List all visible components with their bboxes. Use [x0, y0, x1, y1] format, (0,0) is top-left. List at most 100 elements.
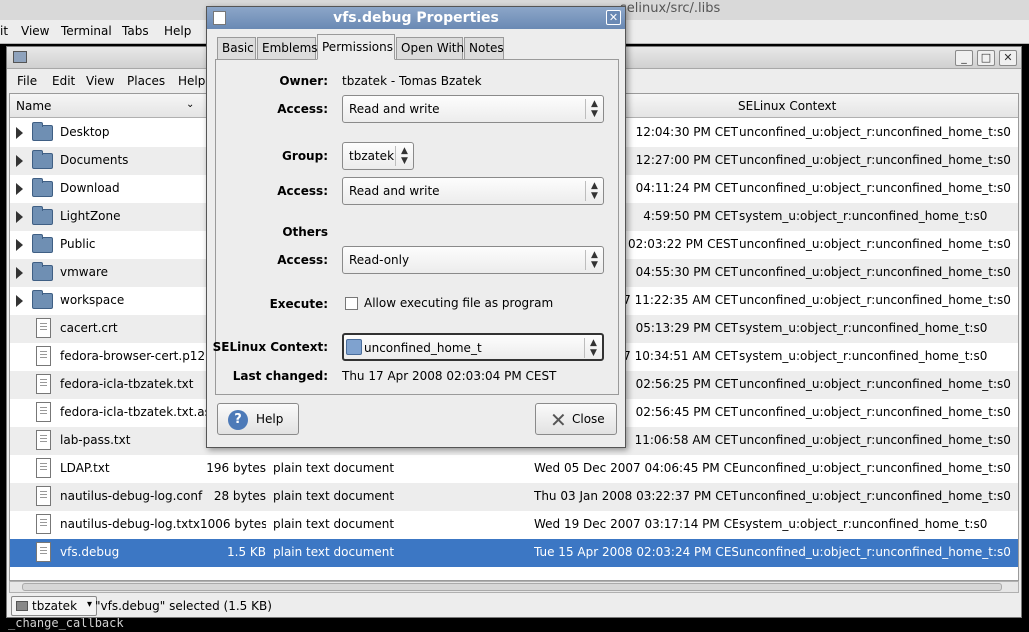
text-file-icon: [36, 542, 51, 562]
group-access-value: Read and write: [349, 184, 440, 198]
group-access-select[interactable]: Read and write ▲ ▼: [342, 177, 604, 205]
column-selinux[interactable]: SELinux Context: [738, 99, 836, 113]
tab-open-with[interactable]: Open With: [396, 37, 464, 59]
file-name: fedora-icla-tbzatek.txt: [60, 377, 194, 391]
tab-notes[interactable]: Notes: [464, 37, 504, 59]
folder-icon: [32, 262, 53, 281]
file-row[interactable]: vfs.debug 1.5 KB plain text document Tue 15…: [10, 539, 1018, 567]
scrollbar-thumb[interactable]: [22, 583, 1002, 591]
owner-access-value: Read and write: [349, 102, 440, 116]
execute-checkbox[interactable]: [345, 297, 358, 310]
tab-basic[interactable]: Basic: [217, 37, 256, 59]
file-selinux-context: unconfined_u:object_r:unconfined_home_t:…: [739, 181, 1011, 195]
file-selinux-context: unconfined_u:object_r:unconfined_home_t:…: [739, 545, 1011, 559]
terminal-menu-edit[interactable]: it: [0, 24, 8, 38]
close-window-button[interactable]: ✕: [999, 50, 1017, 66]
close-button[interactable]: ✕ Close: [535, 403, 617, 435]
file-selinux-context: unconfined_u:object_r:unconfined_home_t:…: [739, 265, 1011, 279]
terminal-output: _change_callback: [8, 616, 124, 630]
location-combo[interactable]: tbzatek ▾: [11, 596, 97, 616]
expander-arrow-icon[interactable]: [16, 155, 23, 167]
execute-label: Execute:: [269, 297, 328, 311]
help-button-label: Help: [256, 412, 284, 426]
file-selinux-context: unconfined_u:object_r:unconfined_home_t:…: [739, 405, 1011, 419]
tab-permissions[interactable]: Permissions: [317, 34, 395, 60]
file-name: Download: [60, 181, 120, 195]
updown-icon: ▲ ▼: [585, 181, 603, 201]
help-button[interactable]: ? Help: [217, 403, 299, 435]
execute-checkbox-label[interactable]: Allow executing file as program: [364, 296, 553, 310]
file-selinux-context: unconfined_u:object_r:unconfined_home_t:…: [739, 433, 1011, 447]
location-combo-label: tbzatek: [32, 599, 78, 613]
folder-icon: [32, 234, 53, 253]
terminal-menu-help[interactable]: Help: [164, 24, 191, 38]
expander-arrow-icon[interactable]: [16, 211, 23, 223]
minimize-button[interactable]: _: [955, 50, 973, 66]
file-row[interactable]: nautilus-debug-log.txtx 1006 bytes plain t…: [10, 511, 1018, 539]
others-access-value: Read-only: [349, 253, 410, 267]
tab-emblems[interactable]: Emblems: [257, 37, 318, 59]
file-size: 196 bytes: [206, 461, 266, 475]
terminal-menu-view[interactable]: View: [21, 24, 49, 38]
file-name: cacert.crt: [60, 321, 118, 335]
menu-file[interactable]: File: [17, 74, 37, 88]
text-file-icon: [36, 458, 51, 478]
terminal-menu-terminal[interactable]: Terminal: [61, 24, 112, 38]
file-selinux-context: unconfined_u:object_r:unconfined_home_t:…: [739, 489, 1011, 503]
others-access-label: Access:: [277, 253, 328, 267]
file-name: lab-pass.txt: [60, 433, 131, 447]
document-icon: [213, 11, 226, 25]
column-name[interactable]: Name: [16, 99, 51, 113]
group-label: Group:: [282, 149, 328, 163]
file-modified: Tue 15 Apr 2008 02:03:24 PM CEST: [534, 545, 738, 559]
others-access-select[interactable]: Read-only ▲ ▼: [342, 246, 604, 274]
terminal-menu-tabs[interactable]: Tabs: [122, 24, 149, 38]
window-icon: [13, 51, 27, 63]
permissions-panel: Owner: tbzatek - Tomas Bzatek Access: Re…: [213, 59, 619, 395]
expander-arrow-icon[interactable]: [16, 295, 23, 307]
file-type: plain text document: [273, 545, 395, 559]
expander-arrow-icon[interactable]: [16, 127, 23, 139]
group-select[interactable]: tbzatek ▲ ▼: [342, 142, 414, 170]
file-selinux-context: system_u:object_r:unconfined_home_t:s0: [739, 349, 988, 363]
owner-access-select[interactable]: Read and write ▲ ▼: [342, 95, 604, 123]
column-name-sort-icon[interactable]: ⌄: [186, 99, 194, 110]
properties-dialog: vfs.debug Properties ✕ Basic Emblems Per…: [206, 6, 626, 448]
terminal-title: selinux/src/.libs: [620, 1, 721, 16]
maximize-button[interactable]: □: [977, 50, 995, 66]
file-type: plain text document: [273, 461, 395, 475]
last-changed-label: Last changed:: [232, 369, 328, 383]
file-name: nautilus-debug-log.conf: [60, 489, 203, 503]
file-size: 1.5 KB: [227, 545, 266, 559]
dialog-close-icon[interactable]: ✕: [606, 10, 621, 25]
text-file-icon: [36, 402, 51, 422]
expander-arrow-icon[interactable]: [16, 239, 23, 251]
file-row[interactable]: LDAP.txt 196 bytes plain text document Wed …: [10, 455, 1018, 483]
expander-arrow-icon[interactable]: [16, 267, 23, 279]
menu-places[interactable]: Places: [127, 74, 165, 88]
text-file-icon: [36, 374, 51, 394]
horizontal-scrollbar[interactable]: [9, 581, 1019, 593]
selinux-context-select[interactable]: unconfined_home_t ▲ ▼: [342, 333, 604, 361]
folder-icon: [32, 178, 53, 197]
file-name: nautilus-debug-log.txtx: [60, 517, 201, 531]
file-selinux-context: unconfined_u:object_r:unconfined_home_t:…: [739, 461, 1011, 475]
dialog-title: vfs.debug Properties: [333, 10, 499, 26]
updown-icon: ▲ ▼: [585, 99, 603, 119]
menu-help[interactable]: Help: [178, 74, 205, 88]
text-file-icon: [36, 486, 51, 506]
menu-edit[interactable]: Edit: [52, 74, 75, 88]
owner-label: Owner:: [279, 74, 328, 88]
file-type: plain text document: [273, 517, 395, 531]
file-selinux-context: system_u:object_r:unconfined_home_t:s0: [739, 321, 988, 335]
file-row[interactable]: nautilus-debug-log.conf 28 bytes plain tex…: [10, 483, 1018, 511]
expander-arrow-icon[interactable]: [16, 183, 23, 195]
file-selinux-context: unconfined_u:object_r:unconfined_home_t:…: [739, 237, 1011, 251]
others-label: Others: [282, 225, 328, 239]
file-modified: Thu 03 Jan 2008 03:22:37 PM CET: [534, 489, 738, 503]
status-text: "vfs.debug" selected (1.5 KB): [95, 599, 272, 613]
menu-view[interactable]: View: [86, 74, 114, 88]
folder-icon: [32, 206, 53, 225]
text-file-icon: [36, 430, 51, 450]
dialog-titlebar: vfs.debug Properties ✕: [207, 7, 625, 29]
